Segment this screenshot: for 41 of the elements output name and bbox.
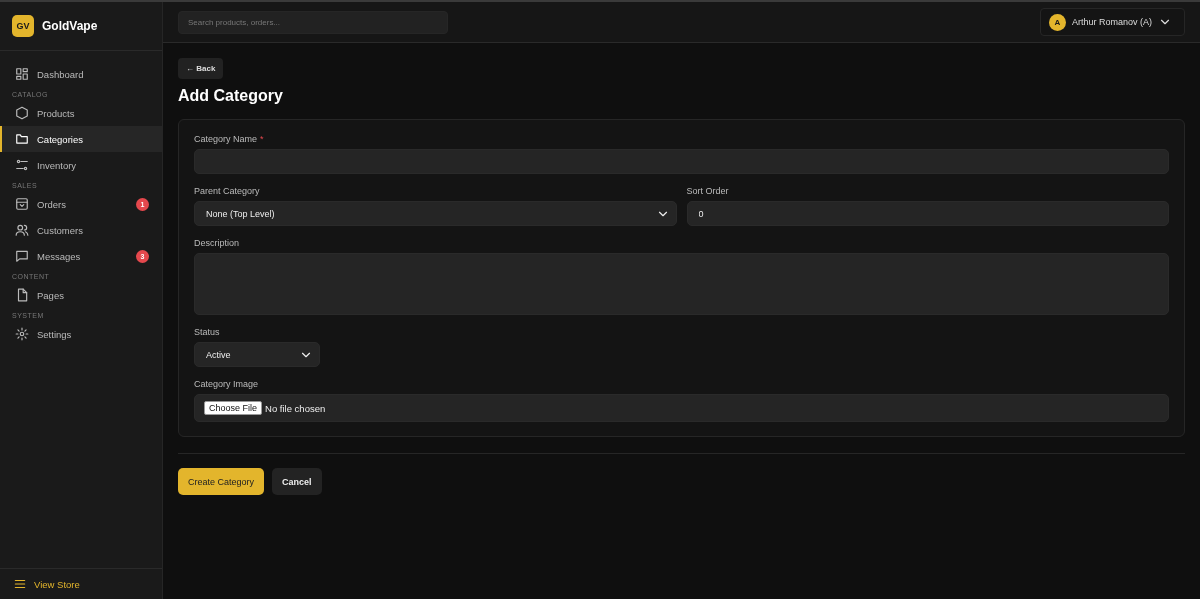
nav-item[interactable]: Settings xyxy=(0,321,162,347)
select-field[interactable]: None (Top Level) xyxy=(194,201,677,226)
nav-item[interactable]: Dashboard xyxy=(0,61,162,87)
folder-icon xyxy=(15,132,29,146)
document-icon xyxy=(15,288,29,302)
users-icon xyxy=(15,223,29,237)
page-title: Add Category xyxy=(178,87,284,105)
field-label: Description xyxy=(194,238,241,248)
nav-item[interactable]: Products xyxy=(0,100,162,126)
cancel-button[interactable]: Cancel xyxy=(272,468,322,495)
settings-icon xyxy=(15,327,29,341)
box-icon xyxy=(15,197,29,211)
create-button[interactable]: Create Category xyxy=(178,468,265,495)
hexagon-icon xyxy=(15,106,29,120)
file-status: No file chosen xyxy=(265,402,326,414)
back-button[interactable]: ← Back xyxy=(178,58,224,79)
required-mark: * xyxy=(260,134,264,144)
field-label: Category Name xyxy=(194,134,258,144)
field-label: Parent Category xyxy=(194,186,261,196)
field-label: Sort Order xyxy=(686,186,730,196)
nav-item[interactable]: Customers xyxy=(0,217,162,243)
field-label: Category Image xyxy=(194,379,260,389)
choose-file-button[interactable]: Choose File xyxy=(204,401,263,415)
chat-icon xyxy=(15,249,29,263)
brand-name: GoldVape xyxy=(42,19,98,33)
nav-item[interactable]: Categories xyxy=(0,126,162,152)
nav-item[interactable]: Inventory xyxy=(0,152,162,178)
view-store-link[interactable]: View Store xyxy=(13,577,80,591)
input-field[interactable]: 0 xyxy=(686,201,1169,226)
menu-icon xyxy=(13,577,27,591)
field-label: Status xyxy=(194,327,221,337)
user-menu[interactable]: A Arthur Romanov (A) xyxy=(1039,8,1185,36)
select-field[interactable]: Active xyxy=(194,342,320,367)
sliders-icon xyxy=(15,158,29,172)
avatar: A xyxy=(1048,13,1066,31)
file-input-field[interactable]: Choose File No file chosen xyxy=(194,394,1169,422)
user-name: Arthur Romanov (A) xyxy=(1071,17,1152,27)
nav-item[interactable]: Pages xyxy=(0,282,162,308)
logo: GV xyxy=(12,15,34,37)
grid-icon xyxy=(15,67,29,81)
search-field[interactable]: Search products, orders... xyxy=(178,10,448,34)
